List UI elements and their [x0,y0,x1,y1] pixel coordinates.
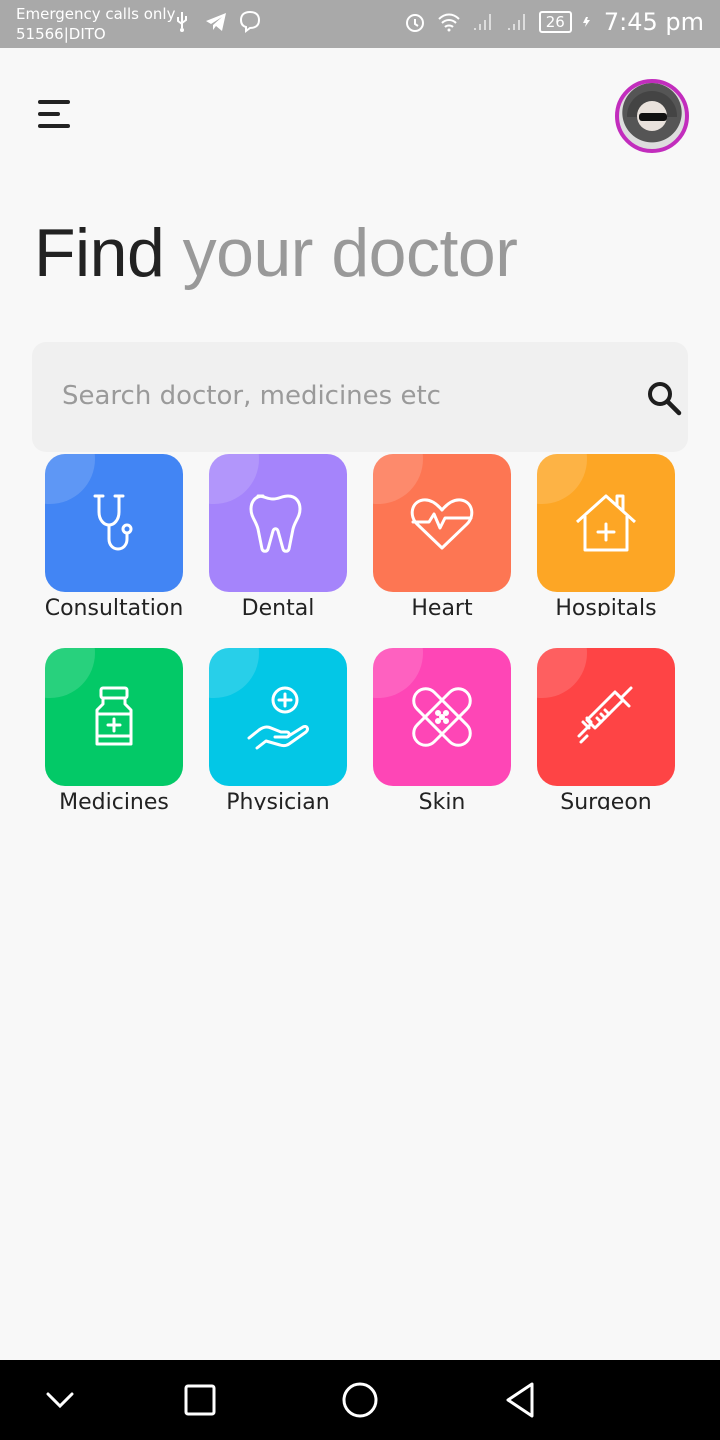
category-label: Heart [411,596,473,616]
category-consultation[interactable]: Consultation [45,454,183,616]
status-time: 7:45 pm [603,8,704,36]
heart-pulse-icon [410,498,474,550]
category-label: Medicines [59,790,169,810]
category-label: Consultation [44,596,184,616]
recents-icon[interactable] [180,1380,220,1420]
category-tile [45,454,183,592]
wifi-icon [438,13,460,32]
charging-icon [582,17,590,27]
category-physician[interactable]: Physician [209,648,347,810]
category-label: Hospitals [555,596,657,616]
category-label: Skin [418,790,466,810]
category-skin[interactable]: Skin [373,648,511,810]
title-your-doctor: your doctor [164,215,518,291]
category-tile [209,648,347,786]
category-tile [373,648,511,786]
title-find: Find [34,215,165,291]
status-app-icons [170,10,262,34]
category-tile [537,454,675,592]
category-label: Surgeon [560,790,652,810]
menu-icon[interactable] [38,98,74,134]
usb-icon [177,12,187,32]
category-tile [45,648,183,786]
search-input[interactable] [62,374,622,418]
viber-icon [239,10,261,33]
category-hospitals[interactable]: Hospitals [537,454,675,616]
alarm-icon [405,14,424,32]
status-line-1: Emergency calls only [16,5,176,23]
status-system-icons: 26 7:45 pm [403,8,704,36]
category-label: Physician [226,790,330,810]
status-bar: Emergency calls only 51566|DITO 26 7:45 … [0,0,720,48]
category-heart[interactable]: Heart [373,454,511,616]
signal-icon [507,14,525,30]
signal-icon [473,14,491,30]
category-tile [373,454,511,592]
hand-care-icon [247,686,309,750]
category-surgeon[interactable]: Surgeon [537,648,675,810]
medicine-bottle-icon [95,686,133,746]
home-icon[interactable] [340,1380,380,1420]
category-tile [537,648,675,786]
status-line-2: 51566|DITO [16,25,106,43]
search-bar [32,342,688,452]
tooth-icon [249,494,302,553]
telegram-icon [206,13,226,31]
navigation-bar [0,1360,720,1440]
category-medicines[interactable]: Medicines [45,648,183,810]
category-label: Dental [241,596,315,616]
category-tile [209,454,347,592]
category-dental[interactable]: Dental [209,454,347,616]
page-title: Find your doctor [34,214,518,292]
syringe-icon [577,686,633,744]
battery-indicator: 26 [538,11,572,33]
bandage-icon [412,687,472,747]
hospital-icon [575,494,637,552]
search-icon[interactable] [646,380,682,416]
profile-avatar[interactable] [615,79,689,153]
status-carrier: Emergency calls only 51566|DITO [16,4,175,44]
chevron-down-icon[interactable] [40,1380,80,1420]
back-icon[interactable] [500,1380,540,1420]
stethoscope-icon [93,494,133,551]
